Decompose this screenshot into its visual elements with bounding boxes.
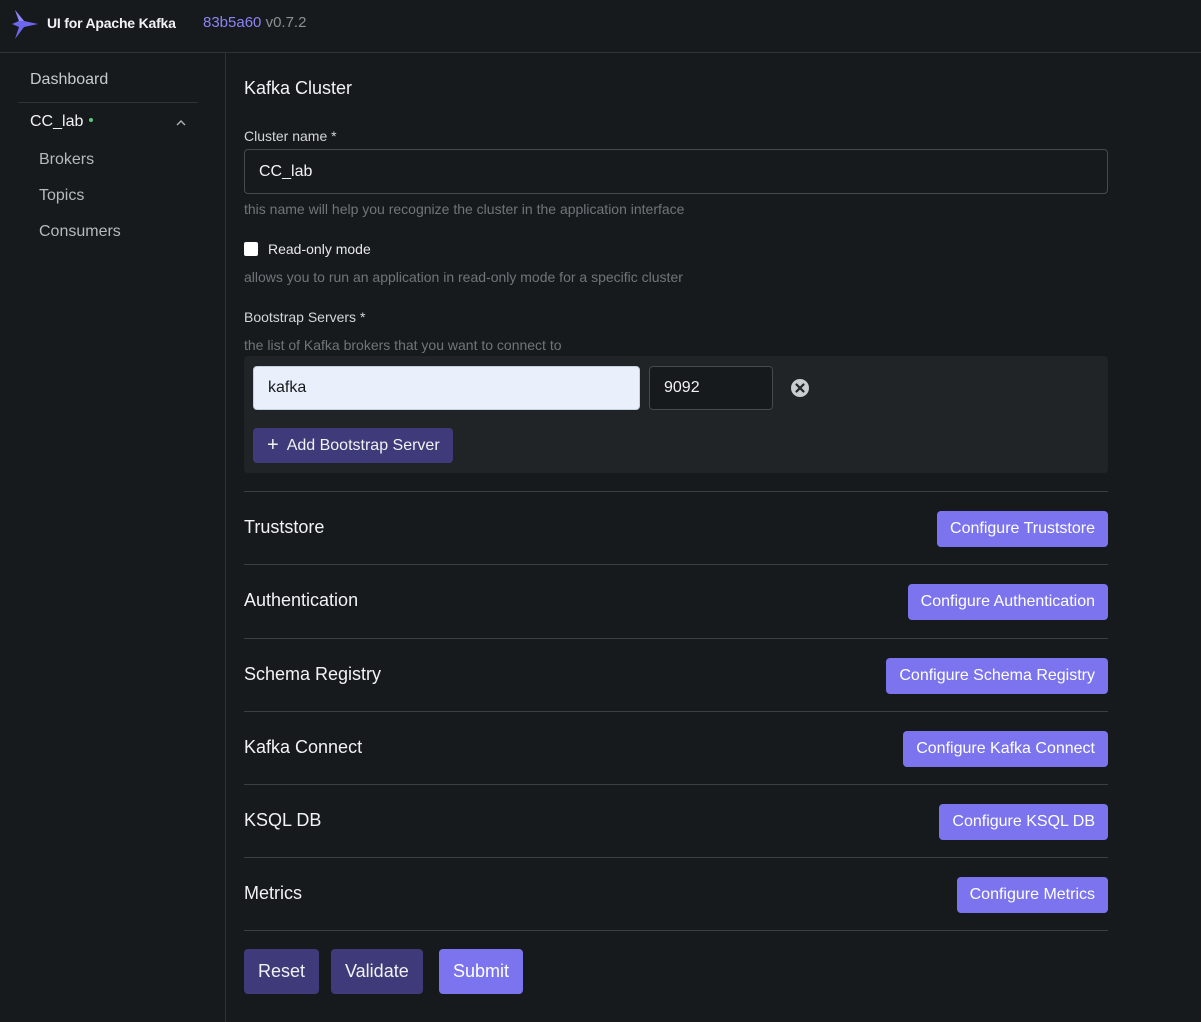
cluster-name-field-label: Cluster name *: [244, 128, 337, 144]
sidebar: Dashboard CC_lab Brokers Topics Consumer…: [0, 53, 226, 1022]
version-info: 83b5a60 v0.7.2: [203, 14, 306, 31]
read-only-hint: allows you to run an application in read…: [244, 269, 683, 285]
configure-kafka-connect-button[interactable]: Configure Kafka Connect: [903, 731, 1108, 767]
kafka-connect-title: Kafka Connect: [244, 737, 363, 757]
sidebar-item-topics[interactable]: Topics: [39, 187, 84, 205]
configure-ksql-db-button[interactable]: Configure KSQL DB: [939, 804, 1108, 840]
sidebar-divider: [18, 102, 198, 103]
cluster-name-hint: this name will help you recognize the cl…: [244, 201, 685, 217]
truststore-title: Truststore: [244, 517, 325, 537]
validate-button[interactable]: Validate: [331, 949, 423, 994]
form-divider: [244, 930, 1108, 931]
app-title[interactable]: UI for Apache Kafka: [47, 15, 176, 31]
authentication-title: Authentication: [244, 590, 359, 610]
kafka-bird-icon[interactable]: [11, 8, 39, 40]
ksql-db-title: KSQL DB: [244, 810, 322, 830]
sidebar-item-consumers[interactable]: Consumers: [39, 223, 121, 241]
add-bootstrap-server-button[interactable]: + Add Bootstrap Server: [253, 428, 453, 463]
cluster-status-dot: [89, 117, 94, 122]
version-label: v0.7.2: [265, 14, 307, 31]
chevron-up-icon[interactable]: [175, 117, 187, 129]
cluster-name-label: CC_lab: [30, 113, 84, 130]
configure-authentication-button[interactable]: Configure Authentication: [907, 584, 1108, 620]
read-only-checkbox[interactable]: [244, 242, 258, 256]
sidebar-item-dashboard[interactable]: Dashboard: [30, 71, 108, 89]
plus-icon: +: [267, 433, 279, 456]
authentication-section: Authentication Configure Authentication: [244, 564, 1108, 637]
schema-registry-section: Schema Registry Configure Schema Registr…: [244, 638, 1108, 711]
bootstrap-servers-panel: + Add Bootstrap Server: [244, 356, 1108, 473]
cluster-name-input[interactable]: [244, 149, 1108, 194]
bootstrap-port-input[interactable]: [649, 366, 773, 410]
top-bar: UI for Apache Kafka 83b5a60 v0.7.2: [0, 0, 1201, 53]
reset-button[interactable]: Reset: [244, 949, 320, 994]
add-bootstrap-server-label: Add Bootstrap Server: [286, 436, 440, 454]
sidebar-item-brokers[interactable]: Brokers: [39, 151, 94, 169]
read-only-label[interactable]: Read-only mode: [268, 241, 371, 257]
ksql-db-section: KSQL DB Configure KSQL DB: [244, 784, 1108, 857]
configure-schema-registry-button[interactable]: Configure Schema Registry: [886, 658, 1108, 694]
bootstrap-servers-label: Bootstrap Servers *: [244, 309, 366, 325]
version-hash-link[interactable]: 83b5a60: [203, 14, 261, 31]
kafka-connect-section: Kafka Connect Configure Kafka Connect: [244, 711, 1108, 784]
metrics-section: Metrics Configure Metrics: [244, 857, 1108, 930]
sidebar-cluster-toggle[interactable]: CC_lab: [30, 113, 190, 133]
metrics-title: Metrics: [244, 883, 302, 903]
page-title: Kafka Cluster: [244, 78, 353, 98]
remove-server-icon[interactable]: [790, 378, 810, 398]
configure-metrics-button[interactable]: Configure Metrics: [956, 877, 1108, 913]
submit-button[interactable]: Submit: [439, 949, 524, 994]
schema-registry-title: Schema Registry: [244, 664, 382, 684]
configure-truststore-button[interactable]: Configure Truststore: [937, 511, 1108, 547]
bootstrap-host-input[interactable]: [253, 366, 640, 410]
bootstrap-servers-hint: the list of Kafka brokers that you want …: [244, 337, 562, 353]
truststore-section: Truststore Configure Truststore: [244, 491, 1108, 564]
